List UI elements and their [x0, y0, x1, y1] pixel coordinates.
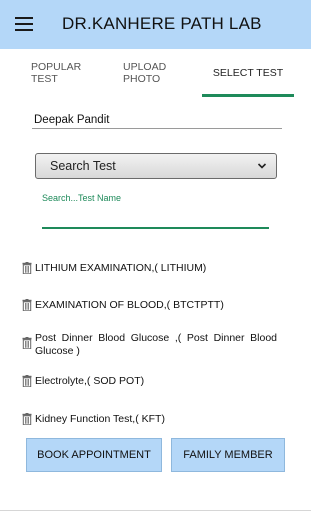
- app-title: DR.KANHERE PATH LAB: [62, 14, 262, 33]
- bottom-divider: [0, 510, 311, 511]
- trash-icon[interactable]: [22, 413, 32, 425]
- chevron-down-icon: [257, 163, 267, 169]
- test-name: Kidney Function Test,( KFT): [35, 413, 165, 425]
- search-test-name-label: Search...Test Name: [42, 193, 122, 203]
- tab-upload-photo[interactable]: UPLOAD PHOTO: [123, 49, 193, 97]
- tab-popular-test-label-line2: TEST: [31, 73, 58, 85]
- test-list-item: EXAMINATION OF BLOOD,( BTCTPTT): [22, 299, 277, 312]
- tab-popular-test-label-line1: POPULAR: [31, 61, 82, 73]
- selected-tab-indicator: [202, 94, 294, 97]
- test-name: LITHIUM EXAMINATION,( LITHIUM): [35, 262, 207, 274]
- trash-icon[interactable]: [22, 375, 32, 387]
- patient-name-field[interactable]: Deepak Pandit: [32, 111, 282, 129]
- test-list-item: Kidney Function Test,( KFT): [22, 413, 277, 426]
- trash-icon[interactable]: [22, 299, 32, 311]
- search-test-select[interactable]: Search Test: [35, 153, 277, 179]
- tab-upload-photo-label-line1: UPLOAD: [123, 61, 167, 73]
- test-name: Post Dinner Blood Glucose ,( Post Dinner…: [35, 332, 277, 357]
- test-name: EXAMINATION OF BLOOD,( BTCTPTT): [35, 299, 224, 311]
- test-list-item: Post Dinner Blood Glucose ,( Post Dinner…: [22, 332, 277, 358]
- tab-select-test-label: SELECT TEST: [212, 67, 284, 79]
- test-name: Electrolyte,( SOD POT): [35, 375, 145, 387]
- trash-icon[interactable]: [22, 262, 32, 274]
- search-test-name-input[interactable]: [42, 205, 269, 229]
- menu-icon[interactable]: [15, 17, 33, 31]
- tab-upload-photo-label-line2: PHOTO: [123, 73, 161, 85]
- test-list-item: LITHIUM EXAMINATION,( LITHIUM): [22, 262, 277, 275]
- tab-select-test[interactable]: SELECT TEST: [202, 49, 294, 97]
- tab-bar: POPULAR TEST UPLOAD PHOTO SELECT TEST: [0, 49, 311, 97]
- search-test-select-value: Search Test: [50, 159, 116, 173]
- book-appointment-button[interactable]: BOOK APPOINTMENT: [26, 438, 162, 472]
- app-bar: DR.KANHERE PATH LAB: [0, 0, 311, 49]
- tab-popular-test[interactable]: POPULAR TEST: [31, 49, 101, 97]
- trash-icon[interactable]: [22, 337, 32, 349]
- test-list-item: Electrolyte,( SOD POT): [22, 375, 277, 388]
- family-member-button[interactable]: FAMILY MEMBER: [171, 438, 285, 472]
